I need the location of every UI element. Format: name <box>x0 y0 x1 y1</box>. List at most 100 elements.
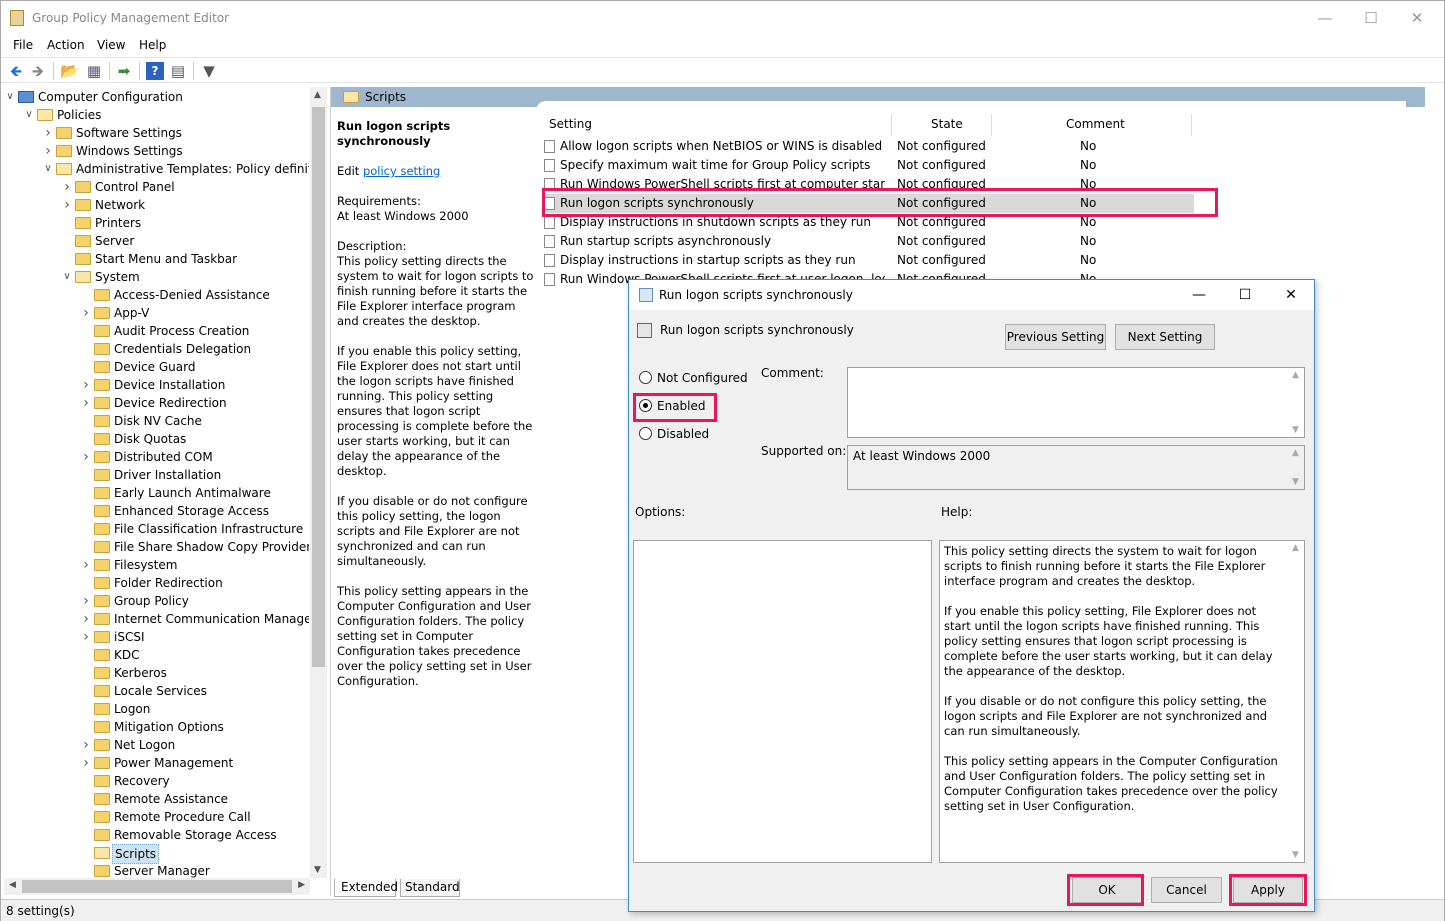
tree-scroll-thumb[interactable] <box>312 107 325 667</box>
tree-item[interactable]: › App-V <box>4 304 309 322</box>
scroll-up-icon[interactable]: ▲ <box>1292 543 1299 553</box>
help-icon[interactable]: ? <box>146 62 164 80</box>
tree-item[interactable]: Removable Storage Access <box>4 826 309 844</box>
column-state[interactable]: State <box>931 117 963 131</box>
chevron-down-icon[interactable]: ∨ <box>61 268 73 286</box>
tree-item[interactable]: Early Launch Antimalware <box>4 484 309 502</box>
tree-item[interactable]: Remote Assistance <box>4 790 309 808</box>
tree-item[interactable]: Kerberos <box>4 664 309 682</box>
setting-row[interactable]: Run startup scripts asynchronously Not co… <box>544 232 1194 251</box>
chevron-down-icon[interactable]: ∨ <box>4 88 16 106</box>
menu-file[interactable]: File <box>13 38 33 52</box>
tree-item[interactable]: ∨ Computer Configuration <box>4 88 309 106</box>
back-icon[interactable]: 🡸 <box>7 62 25 80</box>
chevron-right-icon[interactable]: › <box>80 394 92 412</box>
tree-item[interactable]: Enhanced Storage Access <box>4 502 309 520</box>
chevron-right-icon[interactable]: › <box>42 124 54 142</box>
tree-item[interactable]: › Device Redirection <box>4 394 309 412</box>
tree-item[interactable]: File Share Shadow Copy Provider <box>4 538 309 556</box>
setting-row[interactable]: Display instructions in startup scripts … <box>544 251 1194 270</box>
radio-circle[interactable] <box>639 427 652 440</box>
filter-icon[interactable]: ▼ <box>200 62 218 80</box>
chevron-right-icon[interactable]: › <box>42 142 54 160</box>
chevron-right-icon[interactable]: › <box>80 304 92 322</box>
tab-extended[interactable]: Extended <box>334 879 398 897</box>
minimize-icon[interactable]: — <box>1305 6 1345 30</box>
tree-hscroll-thumb[interactable] <box>22 880 292 893</box>
show-hide-tree-icon[interactable]: ▦ <box>85 62 103 80</box>
dialog-minimize-icon[interactable]: — <box>1184 284 1214 306</box>
chevron-right-icon[interactable]: › <box>80 736 92 754</box>
tree-item[interactable]: Scripts <box>4 844 309 864</box>
next-setting-button[interactable]: Next Setting <box>1115 324 1215 350</box>
scroll-left-icon[interactable]: ◀ <box>9 880 16 890</box>
tree-item[interactable]: › Distributed COM <box>4 448 309 466</box>
tree-item[interactable]: › Windows Settings <box>4 142 309 160</box>
properties-icon[interactable]: ▤ <box>169 62 187 80</box>
scroll-right-icon[interactable]: ▶ <box>298 880 305 890</box>
up-folder-icon[interactable]: 📂 <box>60 62 79 80</box>
forward-icon[interactable]: 🡺 <box>29 62 47 80</box>
supported-scrollbar[interactable]: ▲ ▼ <box>1288 446 1304 489</box>
chevron-right-icon[interactable]: › <box>80 592 92 610</box>
dialog-close-icon[interactable]: ✕ <box>1276 284 1306 306</box>
tree-item[interactable]: Disk Quotas <box>4 430 309 448</box>
setting-row[interactable]: Specify maximum wait time for Group Poli… <box>544 156 1194 175</box>
radio-circle[interactable] <box>639 371 652 384</box>
chevron-right-icon[interactable]: › <box>80 754 92 772</box>
tree-item[interactable]: › Control Panel <box>4 178 309 196</box>
tree-item[interactable]: Disk NV Cache <box>4 412 309 430</box>
tree-horizontal-scrollbar[interactable]: ◀ ▶ <box>4 878 310 895</box>
tree-item[interactable]: › Network <box>4 196 309 214</box>
tree-item[interactable]: Server <box>4 232 309 250</box>
tree-item[interactable]: Start Menu and Taskbar <box>4 250 309 268</box>
close-icon[interactable]: ✕ <box>1397 6 1437 30</box>
tree-item[interactable]: Credentials Delegation <box>4 340 309 358</box>
tree-item[interactable]: › Power Management <box>4 754 309 772</box>
tree-item[interactable]: ∨ Administrative Templates: Policy defini… <box>4 160 309 178</box>
tree-item[interactable]: Server Manager <box>4 862 309 878</box>
dialog-maximize-icon[interactable]: ☐ <box>1230 284 1260 306</box>
maximize-icon[interactable]: ☐ <box>1351 6 1391 30</box>
previous-setting-button[interactable]: Previous Setting <box>1005 324 1106 350</box>
tree-item[interactable]: KDC <box>4 646 309 664</box>
tree-item[interactable]: › Net Logon <box>4 736 309 754</box>
column-setting[interactable]: Setting <box>549 117 592 131</box>
tree-item[interactable]: Logon <box>4 700 309 718</box>
chevron-right-icon[interactable]: › <box>80 448 92 466</box>
menu-help[interactable]: Help <box>139 38 166 52</box>
scroll-down-icon[interactable]: ▼ <box>1292 477 1299 487</box>
chevron-right-icon[interactable]: › <box>61 196 73 214</box>
scroll-up-icon[interactable]: ▲ <box>314 90 321 100</box>
setting-row[interactable]: Allow logon scripts when NetBIOS or WINS… <box>544 137 1194 156</box>
tree-vertical-scrollbar[interactable]: ▲ ▼ <box>310 87 327 878</box>
tree-item[interactable]: Mitigation Options <box>4 718 309 736</box>
chevron-right-icon[interactable]: › <box>80 628 92 646</box>
tree-item[interactable]: › Filesystem <box>4 556 309 574</box>
tree-item[interactable]: ∨ Policies <box>4 106 309 124</box>
chevron-right-icon[interactable]: › <box>80 556 92 574</box>
tree-item[interactable]: › Software Settings <box>4 124 309 142</box>
chevron-right-icon[interactable]: › <box>61 178 73 196</box>
scroll-up-icon[interactable]: ▲ <box>1292 448 1299 458</box>
tree-item[interactable]: › Group Policy <box>4 592 309 610</box>
chevron-right-icon[interactable]: › <box>80 376 92 394</box>
menu-action[interactable]: Action <box>47 38 85 52</box>
edit-policy-link[interactable]: policy setting <box>363 164 440 178</box>
scroll-up-icon[interactable]: ▲ <box>1292 370 1299 380</box>
tree-item[interactable]: Folder Redirection <box>4 574 309 592</box>
export-list-icon[interactable]: ➡ <box>115 62 133 80</box>
cancel-button[interactable]: Cancel <box>1151 877 1222 903</box>
tree-item[interactable]: Driver Installation <box>4 466 309 484</box>
scroll-down-icon[interactable]: ▼ <box>1292 850 1299 860</box>
menu-view[interactable]: View <box>97 38 125 52</box>
chevron-right-icon[interactable]: › <box>80 610 92 628</box>
scroll-down-icon[interactable]: ▼ <box>314 865 321 875</box>
column-comment[interactable]: Comment <box>1066 117 1125 131</box>
tree-item[interactable]: Recovery <box>4 772 309 790</box>
tab-standard[interactable]: Standard <box>400 879 460 897</box>
chevron-down-icon[interactable]: ∨ <box>42 160 54 178</box>
tree-item[interactable]: › Device Installation <box>4 376 309 394</box>
chevron-down-icon[interactable]: ∨ <box>23 106 35 124</box>
tree-item[interactable]: › Internet Communication Management <box>4 610 309 628</box>
